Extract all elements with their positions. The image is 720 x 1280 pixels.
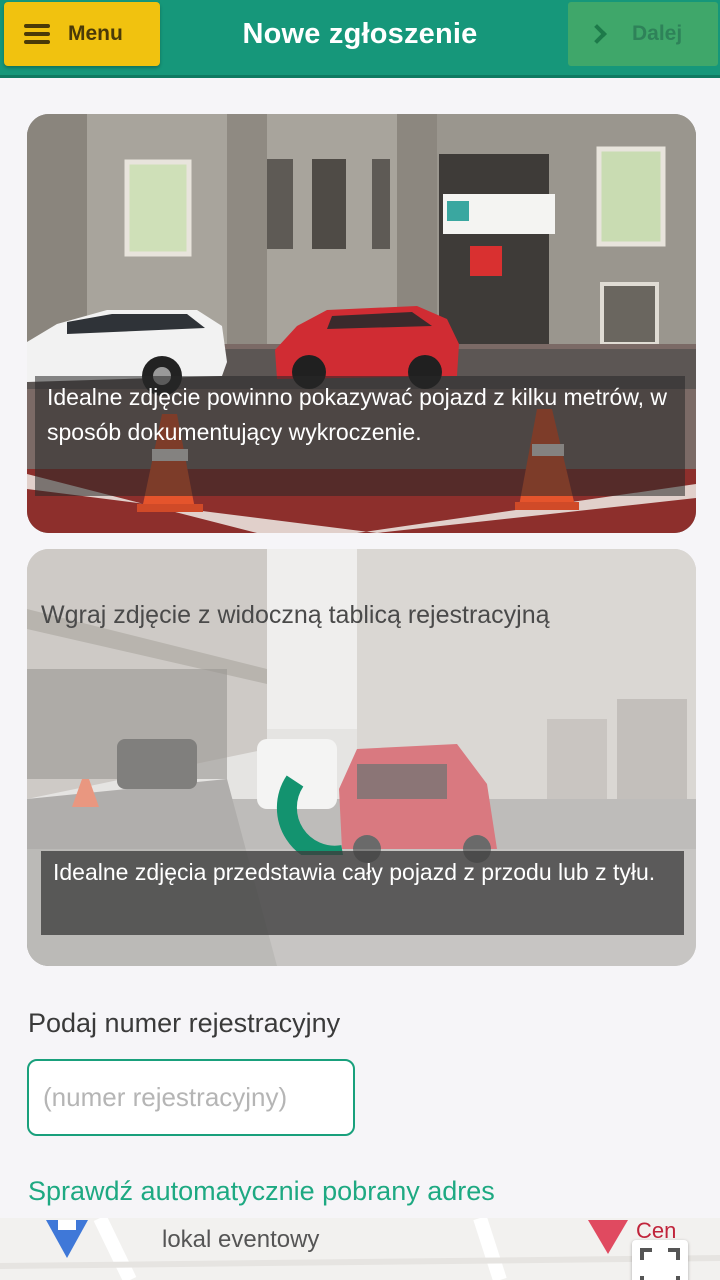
next-button[interactable]: Dalej — [568, 2, 718, 66]
context-photo-card[interactable]: Idealne zdjęcie powinno pokazywać pojazd… — [27, 114, 696, 533]
menu-label: Menu — [68, 22, 123, 45]
loading-spinner-icon — [276, 775, 343, 855]
top-bar: Menu Nowe zgłoszenie Dalej — [0, 0, 720, 78]
next-label: Dalej — [632, 22, 683, 45]
plate-photo-upload-card[interactable]: Wgraj zdjęcie z widoczną tablicą rejestr… — [27, 549, 696, 966]
address-map[interactable]: lokal eventowy Cen — [0, 1218, 720, 1280]
upload-plate-label: Wgraj zdjęcie z widoczną tablicą rejestr… — [41, 601, 550, 629]
chevron-right-icon — [587, 24, 607, 44]
check-address-link[interactable]: Sprawdź automatycznie pobrany adres — [28, 1176, 495, 1207]
plate-photo-caption: Idealne zdjęcia przedstawia cały pojazd … — [41, 851, 684, 935]
map-roads — [0, 1218, 720, 1280]
map-poi-label: lokal eventowy — [162, 1226, 320, 1253]
context-photo-caption: Idealne zdjęcie powinno pokazywać pojazd… — [35, 376, 685, 496]
menu-button[interactable]: Menu — [4, 2, 160, 66]
plate-number-input[interactable] — [27, 1059, 355, 1136]
plate-number-label: Podaj numer rejestracyjny — [28, 1008, 341, 1038]
hamburger-icon — [24, 24, 50, 44]
fullscreen-icon[interactable] — [632, 1240, 688, 1280]
page-title: Nowe zgłoszenie — [242, 18, 478, 50]
